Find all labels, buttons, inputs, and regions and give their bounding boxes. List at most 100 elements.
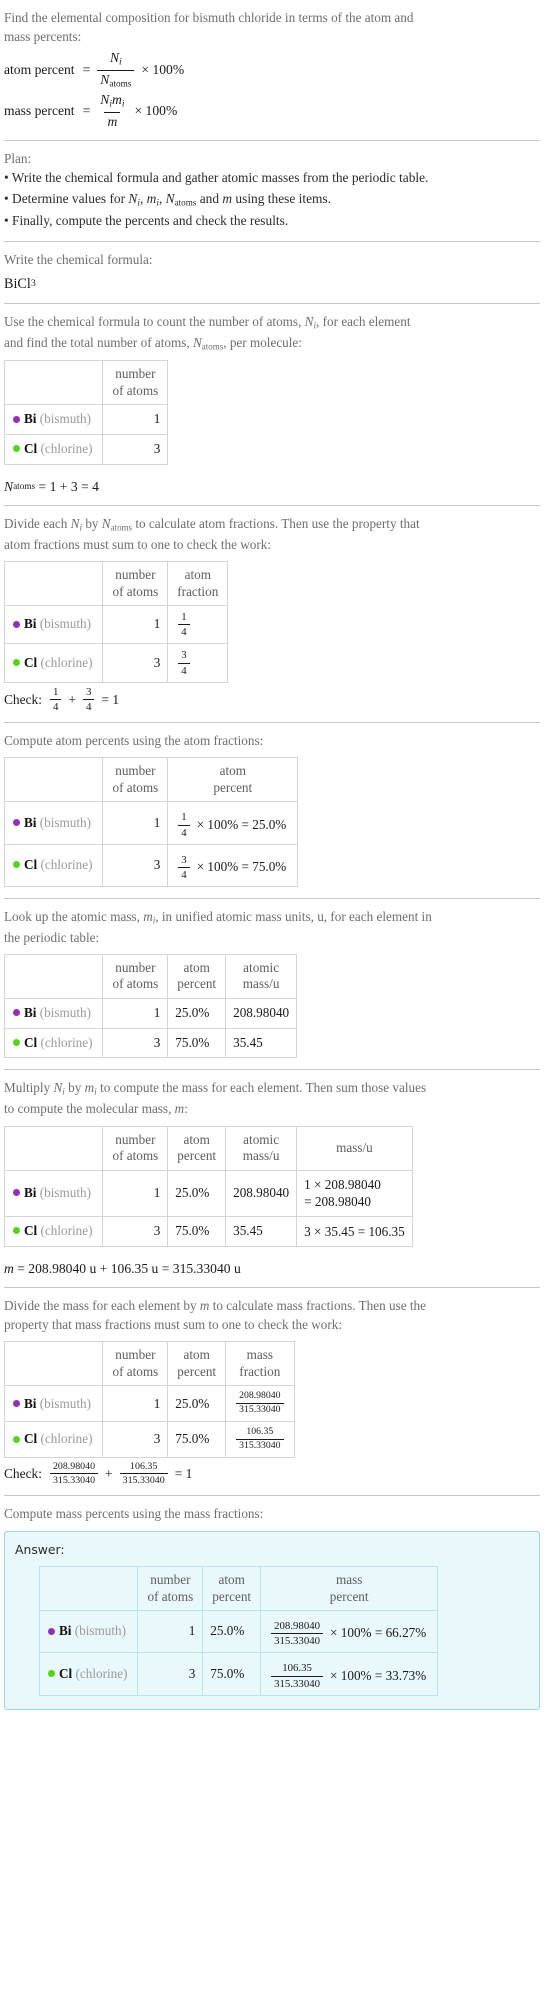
element-color-dot-icon [13, 620, 20, 628]
element-color-dot-icon [13, 861, 20, 869]
check-result: = 1 [101, 691, 120, 707]
header-line2: percent [177, 1363, 217, 1379]
element-color-dot-icon [13, 1038, 20, 1046]
plan-item-1: • Write the chemical formula and gather … [4, 170, 429, 186]
table-row: Bi (bismuth) 1 [3, 404, 169, 436]
header-line1: number [150, 1572, 191, 1588]
element-cell-bi: Bi (bismuth) [38, 1610, 139, 1654]
fraction-denominator: 315.33040 [271, 1675, 324, 1690]
atom-percent-label: atom percent [4, 61, 75, 77]
atom-count-table: number of atoms Bi (bismuth) 1 Cl (chlor… [3, 360, 169, 465]
atoms-count-bi: 1 [102, 404, 169, 436]
header-line1: number [115, 959, 156, 975]
table-row: Bi (bismuth) 1 1 4 × 100% = 25.0% [3, 801, 299, 845]
element-symbol: Bi [24, 411, 37, 427]
atom-percent-bi: 25.0% [167, 1385, 227, 1423]
fraction: 208.98040 315.33040 [236, 1391, 284, 1416]
atom-percent-bi: 25.0% [167, 997, 227, 1029]
header-line1: atom [184, 567, 211, 583]
element-cell-cl: Cl (chlorine) [3, 1216, 104, 1247]
equals-sign: = [82, 61, 91, 77]
header-line2: mass/u [242, 1148, 280, 1164]
table-header-row: number of atoms atom percent mass fracti… [3, 1341, 295, 1387]
fraction-numerator: 3 [181, 649, 187, 662]
corner-cell [3, 1341, 104, 1387]
header-line1: atom [183, 959, 210, 975]
fraction-numerator: 106.35 [282, 1662, 312, 1675]
mass-percent-expr-cl: 106.35 315.33040 × 100% = 33.73% [260, 1652, 439, 1696]
fraction-denominator: 315.33040 [236, 1439, 284, 1452]
fraction-denominator: Natoms [97, 69, 135, 89]
element-color-dot-icon [13, 1009, 20, 1017]
atom-percent-expr-bi: 1 4 × 100% = 25.0% [167, 801, 299, 845]
fraction-numerator: 208.98040 [52, 1461, 96, 1473]
mass-percent-answer-table: number of atoms atom percent mass percen… [38, 1566, 439, 1696]
fraction-prompt-mid: by [82, 516, 102, 532]
mass-calc-line1: 3 × 35.45 = 106.35 [304, 1223, 405, 1239]
fraction-denominator: 4 [82, 698, 95, 713]
element-symbol: Cl [24, 654, 38, 670]
atom-percent-fraction: Ni Natoms [97, 50, 135, 89]
element-name: (chlorine) [75, 1665, 128, 1681]
fraction: 3 4 [178, 854, 190, 881]
count-prompt-tail: , for each element [316, 314, 411, 329]
chemical-formula-step: Write the chemical formula: BiCl 3 [4, 242, 540, 303]
atomic-mass-table: number of atoms atom percent atomic mass… [3, 953, 298, 1059]
fraction-numerator: 106.35 [130, 1461, 158, 1473]
element-cell-bi: Bi (bismuth) [3, 605, 104, 645]
fraction: 3 4 [178, 649, 190, 677]
massfrac-prompt-tail: to calculate mass fractions. Then use th… [209, 1298, 426, 1314]
header-line1: number [115, 1347, 156, 1363]
element-symbol: Bi [24, 1395, 37, 1411]
atom-percent-prompt: Compute atom percents using the atom fra… [4, 733, 264, 749]
fraction-denominator: 4 [178, 824, 190, 839]
molecular-mass-line: m = 208.98040 u + 106.35 u = 315.33040 u [4, 1259, 540, 1278]
atoms-count-bi: 1 [102, 1385, 169, 1423]
element-symbol: Bi [59, 1623, 72, 1639]
table-header-row: number of atoms atom percent atomic mass… [3, 953, 298, 999]
element-cell-cl: Cl (chlorine) [3, 643, 104, 683]
element-symbol: Cl [24, 856, 38, 872]
atoms-count-bi: 1 [102, 801, 169, 845]
col-header-mass: mass/u [296, 1125, 413, 1171]
header-line2: of atoms [112, 1363, 159, 1379]
atom-percent-table: number of atoms atom percent Bi (bismuth… [3, 757, 299, 887]
corner-cell [3, 561, 104, 607]
atomic-mass-cl: 35.45 [225, 1027, 298, 1059]
fraction-numerator: Nimi [100, 92, 125, 110]
mass-computation-table: number of atoms atom percent atomic mass… [3, 1125, 413, 1247]
fraction-denominator: 315.33040 [119, 1473, 168, 1486]
header-line1: atom [183, 1347, 210, 1363]
header-line2: percent [177, 1148, 217, 1164]
mass-fraction-check-line: Check: 208.98040 315.33040 + 106.35 315.… [4, 1461, 540, 1486]
plan-item-2-tail: and [196, 190, 223, 206]
answer-box: Answer: number of atoms atom percent mas… [4, 1530, 540, 1710]
multiply-prompt-text2: to compute the molecular mass, [4, 1101, 175, 1117]
element-color-dot-icon [13, 415, 20, 423]
header-line1: mass/u [336, 1139, 373, 1155]
col-header-atomic-mass: atomic mass/u [225, 953, 298, 999]
chemical-formula-value: BiCl 3 [4, 274, 540, 294]
mass-percent-label: mass percent [4, 102, 75, 118]
corner-cell [3, 953, 104, 999]
atom-fraction-table: number of atoms atom fraction Bi (bismut… [3, 561, 229, 683]
formula-subscript: 3 [30, 277, 36, 289]
count-atoms-step: Use the chemical formula to count the nu… [3, 304, 540, 505]
corner-cell [3, 1125, 104, 1171]
element-symbol: Bi [24, 814, 37, 830]
times-100-percent: × 100% [141, 61, 185, 77]
massfrac-prompt-text: Divide the mass for each element by [4, 1298, 200, 1314]
element-cell-bi: Bi (bismuth) [3, 801, 104, 845]
atom-percent-bi: 25.0% [202, 1610, 262, 1654]
check-result: = 1 [174, 1466, 193, 1482]
mass-fraction-bi: 208.98040 315.33040 [225, 1385, 295, 1423]
fraction-numerator: 106.35 [246, 1426, 274, 1438]
percent-expression: × 100% = 75.0% [196, 858, 287, 874]
check-fraction-2: 3 4 [82, 686, 95, 714]
element-color-dot-icon [13, 1435, 20, 1443]
element-color-dot-icon [13, 658, 20, 666]
element-color-dot-icon [13, 445, 20, 453]
fraction: 1 4 [178, 811, 190, 839]
header-line1: number [115, 366, 156, 382]
problem-title-line1: Find the elemental composition for bismu… [4, 10, 414, 25]
